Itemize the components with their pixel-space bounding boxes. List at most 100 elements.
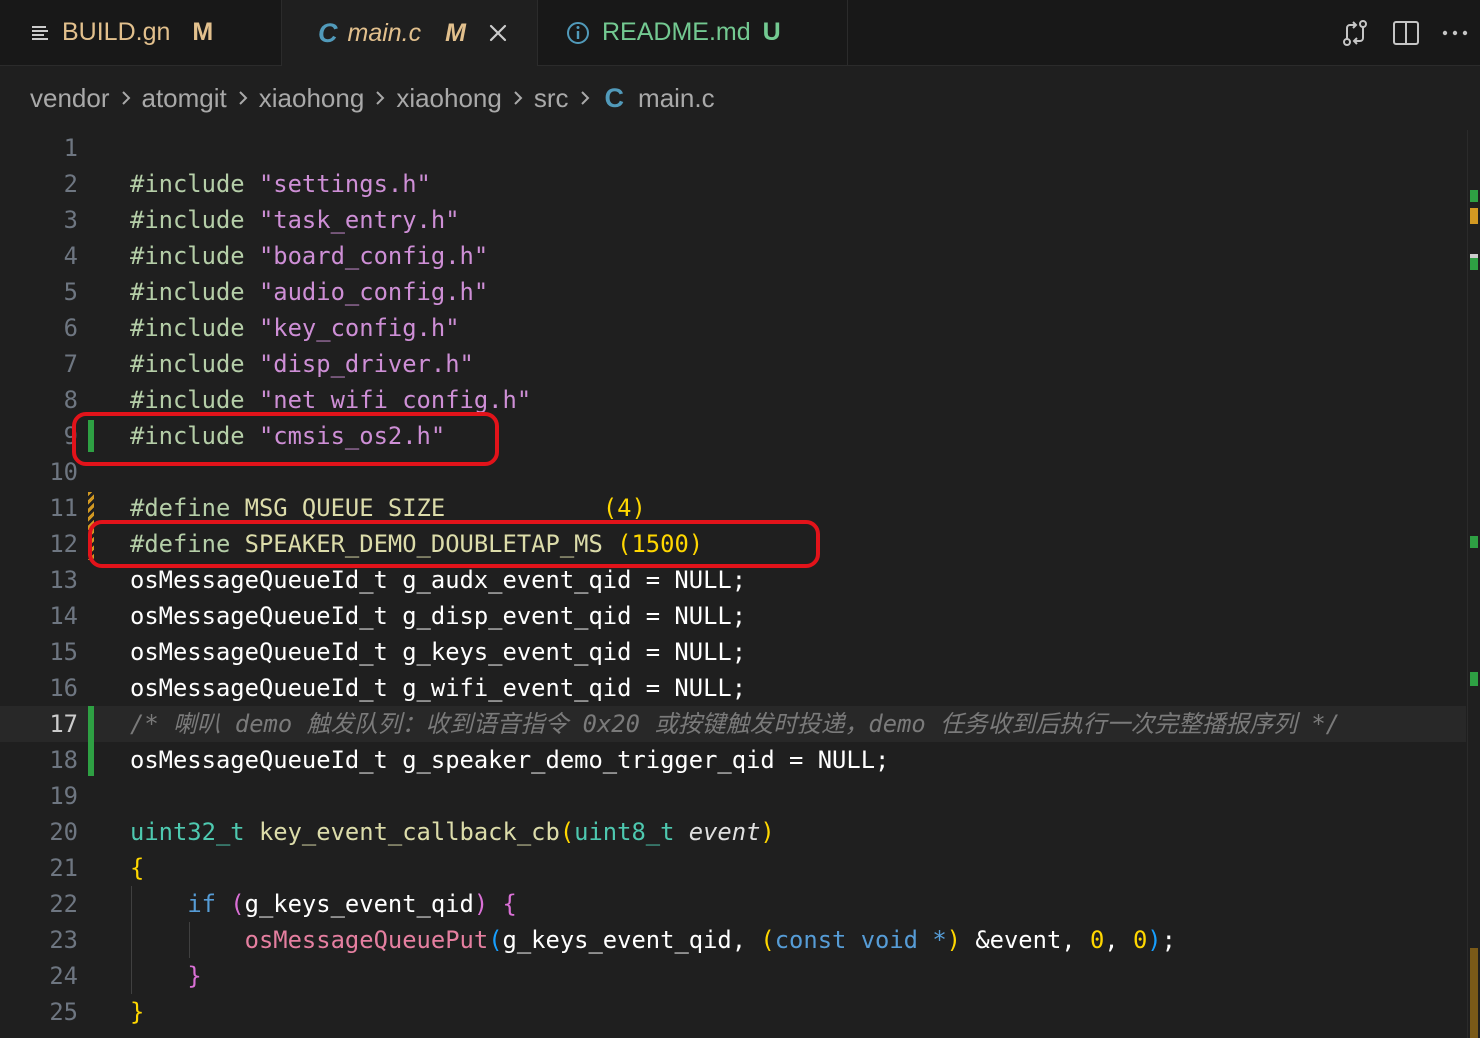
tab-readme-md[interactable]: README.md U (538, 0, 848, 65)
code-line[interactable]: 6 #include "key_config.h" (0, 310, 1466, 346)
line-number: 10 (49, 458, 78, 486)
code-line[interactable]: 21 { (0, 850, 1466, 886)
list-icon (30, 24, 50, 42)
line-number: 18 (49, 746, 78, 774)
tab-label: BUILD.gn (62, 18, 171, 46)
close-icon[interactable] (488, 23, 508, 43)
line-number: 20 (49, 818, 78, 846)
tab-build-gn[interactable]: BUILD.gn M (0, 0, 282, 65)
line-number: 1 (63, 134, 78, 162)
modified-marker (1470, 948, 1478, 1038)
split-editor-icon[interactable] (1392, 19, 1420, 47)
code-text: osMessageQueueId_t g_keys_event_qid = NU… (130, 638, 747, 666)
code-line[interactable]: 7 #include "disp_driver.h" (0, 346, 1466, 382)
annotation-box-define (88, 520, 820, 568)
code-line[interactable]: 3 #include "task_entry.h" (0, 202, 1466, 238)
line-number: 19 (49, 782, 78, 810)
chevron-right-icon (237, 90, 249, 106)
added-line-marker[interactable] (88, 742, 94, 776)
untracked-badge: U (762, 18, 781, 46)
c-file-icon: C (318, 17, 338, 48)
code-comment: /* 喇叭 demo 触发队列：收到语音指令 0x20 或按键触发时投递，dem… (130, 710, 1341, 738)
code-line[interactable]: 24 } (0, 958, 1466, 994)
chevron-right-icon (512, 90, 524, 106)
tab-label: main.c (347, 18, 422, 47)
line-number: 25 (49, 998, 78, 1026)
breadcrumb-item[interactable]: xiaohong (259, 83, 365, 114)
line-number: 23 (49, 926, 78, 954)
line-number: 12 (49, 530, 78, 558)
compare-changes-icon[interactable] (1340, 18, 1370, 48)
modified-badge: M (192, 18, 214, 46)
code-line[interactable]: 23 osMessageQueuePut(g_keys_event_qid, (… (0, 922, 1466, 958)
code-text: osMessageQueuePut(g_keys_event_qid, (con… (244, 926, 1176, 954)
modified-line-marker[interactable] (88, 492, 94, 526)
code-text: #include "settings.h" (130, 170, 431, 198)
breadcrumb-item[interactable]: vendor (30, 83, 110, 114)
code-text: #include "disp_driver.h" (130, 350, 474, 378)
line-number: 6 (63, 314, 78, 342)
line-number: 4 (63, 242, 78, 270)
indent-guide (131, 886, 132, 994)
code-line[interactable]: 22 if (g_keys_event_qid) { (0, 886, 1466, 922)
code-text: uint32_t key_event_callback_cb(uint8_t e… (130, 818, 775, 846)
added-line-marker[interactable] (88, 706, 94, 742)
breadcrumb-item[interactable]: src (534, 83, 569, 114)
editor-actions (1340, 0, 1480, 65)
line-number: 24 (49, 962, 78, 990)
modified-badge: M (445, 18, 466, 47)
code-line[interactable]: 18 osMessageQueueId_t g_speaker_demo_tri… (0, 742, 1466, 778)
line-number: 7 (63, 350, 78, 378)
code-line[interactable]: 4 #include "board_config.h" (0, 238, 1466, 274)
code-line[interactable]: 2 #include "settings.h" (0, 166, 1466, 202)
code-line[interactable]: 16 osMessageQueueId_t g_wifi_event_qid =… (0, 670, 1466, 706)
code-line[interactable]: 14 osMessageQueueId_t g_disp_event_qid =… (0, 598, 1466, 634)
breadcrumb-item[interactable]: xiaohong (396, 83, 502, 114)
code-text: #include "board_config.h" (130, 242, 489, 270)
breadcrumb: vendor atomgit xiaohong xiaohong src C m… (30, 80, 715, 116)
code-line[interactable]: 5 #include "audio_config.h" (0, 274, 1466, 310)
line-number: 11 (49, 494, 78, 522)
line-number: 15 (49, 638, 78, 666)
code-text: #include "audio_config.h" (130, 278, 489, 306)
code-text: osMessageQueueId_t g_wifi_event_qid = NU… (130, 674, 747, 702)
code-text: #include "key_config.h" (130, 314, 460, 342)
code-text: osMessageQueueId_t g_speaker_demo_trigge… (130, 746, 890, 774)
info-icon (566, 21, 590, 45)
code-text: if (g_keys_event_qid) { (187, 890, 517, 918)
code-line[interactable]: 1 (0, 130, 1466, 166)
chevron-right-icon (579, 90, 591, 106)
code-line-current[interactable]: 17 /* 喇叭 demo 触发队列：收到语音指令 0x20 或按键触发时投递，… (0, 706, 1466, 742)
line-number: 21 (49, 854, 78, 882)
more-actions-icon[interactable] (1442, 28, 1468, 38)
code-line[interactable]: 25 } (0, 994, 1466, 1030)
tab-main-c[interactable]: C main.c M (282, 0, 538, 66)
code-line[interactable]: 15 osMessageQueueId_t g_keys_event_qid =… (0, 634, 1466, 670)
line-number: 2 (63, 170, 78, 198)
chevron-right-icon (374, 90, 386, 106)
code-text: } (187, 962, 202, 990)
added-marker (1470, 536, 1478, 548)
code-text: osMessageQueueId_t g_disp_event_qid = NU… (130, 602, 747, 630)
chevron-right-icon (120, 90, 132, 106)
line-number: 5 (63, 278, 78, 306)
line-number: 22 (49, 890, 78, 918)
cursor-marker (1470, 254, 1478, 258)
line-number: 3 (63, 206, 78, 234)
code-text: #include "task_entry.h" (130, 206, 460, 234)
breadcrumb-file[interactable]: main.c (638, 83, 715, 114)
c-file-icon: C (604, 82, 625, 113)
line-number: 8 (63, 386, 78, 414)
breadcrumb-item[interactable]: atomgit (142, 83, 227, 114)
added-marker (1470, 190, 1478, 202)
code-line[interactable]: 19 (0, 778, 1466, 814)
code-line[interactable]: 20 uint32_t key_event_callback_cb(uint8_… (0, 814, 1466, 850)
indent-guide (189, 922, 190, 958)
line-number: 16 (49, 674, 78, 702)
line-number: 17 (49, 710, 78, 738)
line-number: 14 (49, 602, 78, 630)
annotation-box-include (72, 412, 499, 466)
overview-ruler[interactable] (1467, 130, 1480, 1038)
modified-marker (1470, 208, 1478, 224)
code-editor[interactable]: 1 2 #include "settings.h" 3 #include "ta… (0, 130, 1466, 1038)
